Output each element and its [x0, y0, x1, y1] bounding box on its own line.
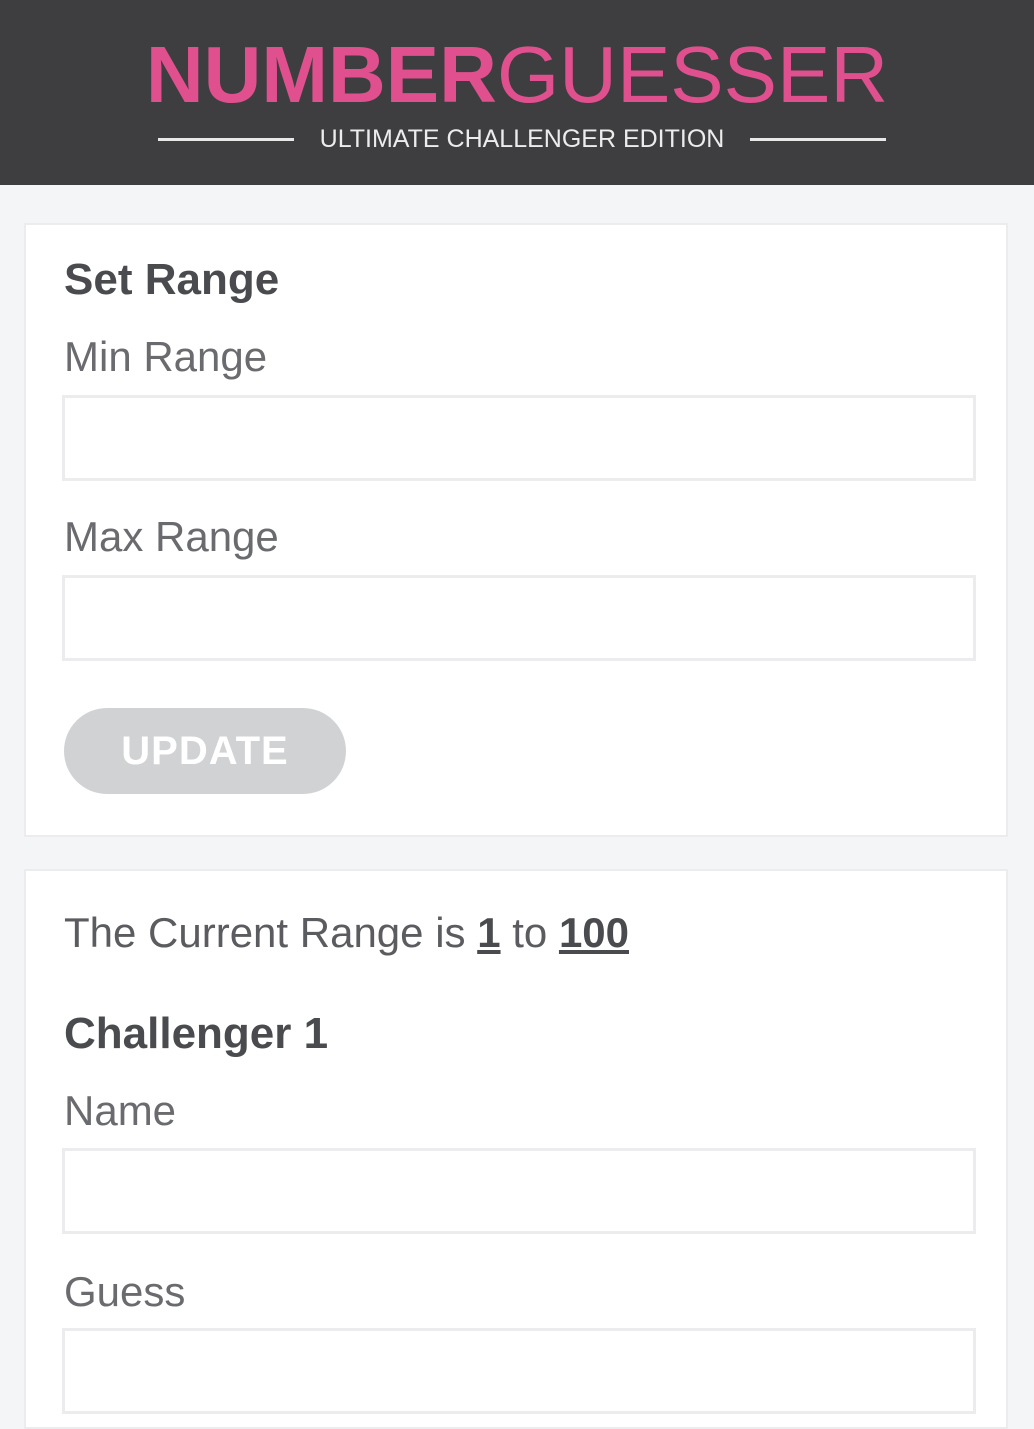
logo-number: NUMBER [145, 30, 497, 119]
subtitle-text: ULTIMATE CHALLENGER EDITION [319, 124, 725, 153]
set-range-title: Set Range [64, 255, 280, 304]
name-label: Name [64, 1087, 177, 1134]
current-range-min: 1 [477, 909, 501, 956]
max-range-label: Max Range [64, 513, 279, 560]
subtitle-divider-right [750, 137, 886, 141]
current-range-to: to [512, 909, 548, 956]
guess-input[interactable] [62, 1328, 976, 1414]
challenger-1-title: Challenger 1 [64, 1009, 329, 1058]
subtitle-divider-left [158, 137, 294, 141]
min-range-label: Min Range [64, 333, 268, 380]
set-range-card: Set Range Min Range Max Range UPDATE [24, 223, 1008, 837]
name-input[interactable] [62, 1148, 976, 1234]
app-logo: NUMBERGUESSER [0, 30, 1034, 120]
update-button[interactable]: UPDATE [64, 708, 346, 794]
current-range-text: The Current Range is 1 to 100 [64, 909, 629, 957]
current-range-prefix: The Current Range is [64, 909, 466, 956]
max-range-input[interactable] [62, 575, 976, 661]
challenger-card: The Current Range is 1 to 100 Challenger… [24, 869, 1008, 1429]
current-range-max: 100 [558, 909, 630, 956]
min-range-input[interactable] [62, 395, 976, 481]
subtitle-row: ULTIMATE CHALLENGER EDITION [158, 122, 886, 156]
logo-guesser: GUESSER [496, 30, 889, 119]
app-header: NUMBERGUESSER ULTIMATE CHALLENGER EDITIO… [0, 0, 1034, 185]
guess-label: Guess [64, 1268, 186, 1315]
